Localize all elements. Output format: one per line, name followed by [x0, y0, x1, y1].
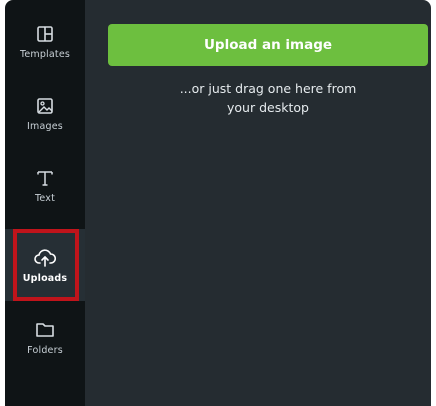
sidebar-item-label: Templates: [19, 48, 71, 60]
text-icon: [34, 167, 56, 189]
folder-icon: [34, 319, 56, 341]
sidebar-item-label: Folders: [27, 344, 63, 356]
uploads-highlight-box: [13, 229, 79, 301]
sidebar-item-label: Text: [34, 192, 55, 204]
drag-hint-line-1: ...or just drag one here from: [179, 81, 357, 96]
sidebar: Templates Images Text Uploads Folders: [5, 0, 85, 406]
templates-icon: [34, 23, 56, 45]
uploads-panel: Upload an image ...or just drag one here…: [85, 0, 431, 406]
editor-frame: Templates Images Text Uploads Folders Up…: [0, 0, 436, 406]
sidebar-item-folders[interactable]: Folders: [5, 301, 85, 373]
upload-image-button[interactable]: Upload an image: [108, 24, 428, 66]
sidebar-item-images[interactable]: Images: [5, 77, 85, 149]
drag-drop-hint: ...or just drag one here from your deskt…: [108, 79, 428, 117]
drag-hint-line-2: your desktop: [227, 100, 309, 115]
sidebar-item-label: Images: [27, 120, 63, 132]
image-icon: [34, 95, 56, 117]
sidebar-item-text[interactable]: Text: [5, 149, 85, 221]
sidebar-item-templates[interactable]: Templates: [5, 5, 85, 77]
